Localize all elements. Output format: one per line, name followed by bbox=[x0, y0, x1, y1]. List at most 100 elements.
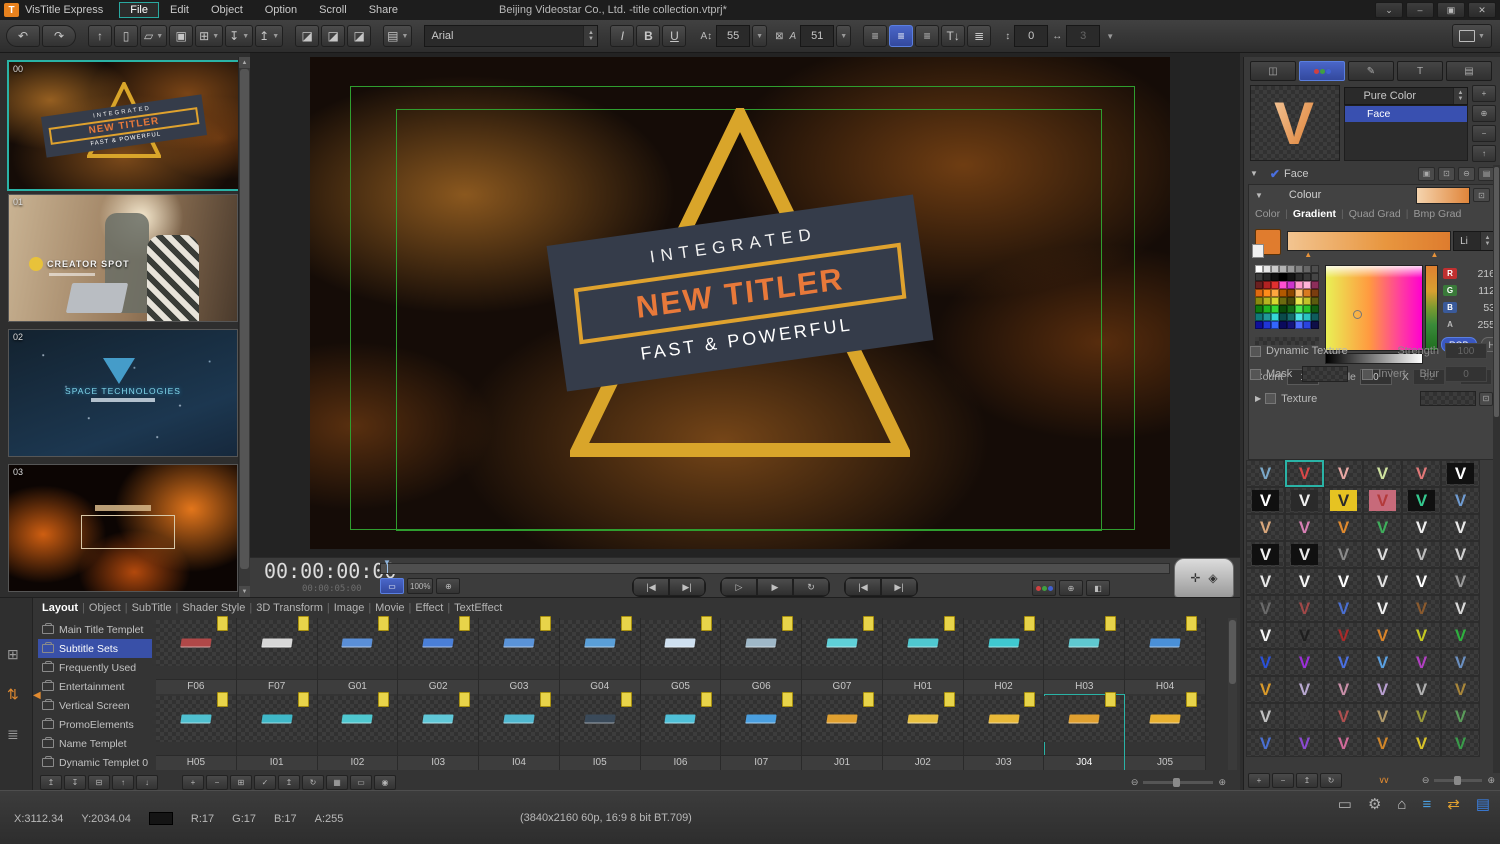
style-variant-cell[interactable]: V bbox=[1246, 460, 1285, 487]
clapper-in[interactable]: ◪ bbox=[295, 25, 320, 47]
palette-swatch[interactable] bbox=[1271, 321, 1279, 329]
bookmark-tag-icon[interactable] bbox=[943, 692, 955, 707]
style-variant-cell[interactable]: V bbox=[1246, 649, 1285, 676]
bookmark-tag-icon[interactable] bbox=[216, 616, 228, 631]
template-up[interactable]: ↑ bbox=[112, 774, 134, 790]
expand-texture-icon[interactable]: ▶ bbox=[1255, 394, 1261, 403]
template-down[interactable]: ↓ bbox=[136, 774, 158, 790]
template-cell-i06[interactable]: I06 bbox=[640, 692, 722, 770]
palette-swatch[interactable] bbox=[1303, 297, 1311, 305]
style-variant-cell[interactable]: V bbox=[1246, 514, 1285, 541]
tab-effect[interactable]: Effect bbox=[415, 602, 443, 614]
style-variant-cell[interactable]: V bbox=[1324, 730, 1363, 757]
style-variant-cell[interactable]: V bbox=[1402, 541, 1441, 568]
palette-swatch[interactable] bbox=[1255, 297, 1263, 305]
skew-size-value[interactable]: 51 bbox=[800, 25, 835, 47]
skew-size-dropdown[interactable]: ▼ bbox=[836, 25, 852, 47]
texture-options-icon[interactable]: ⊡ bbox=[1479, 391, 1493, 406]
style-variant-cell[interactable]: V bbox=[1324, 460, 1363, 487]
style-variant-cell[interactable]: V bbox=[1402, 676, 1441, 703]
style-variant-cell[interactable]: V bbox=[1441, 568, 1480, 595]
template-cell-h01[interactable]: H01 bbox=[882, 616, 964, 694]
template-cell-i01[interactable]: I01 bbox=[236, 692, 318, 770]
face-check-icon[interactable]: ✔ bbox=[1270, 167, 1280, 181]
palette-swatch[interactable] bbox=[1279, 289, 1287, 297]
style-variant-cell[interactable]: V bbox=[1441, 595, 1480, 622]
category-promoelements[interactable]: PromoElements bbox=[38, 715, 152, 734]
bookmark-tag-icon[interactable] bbox=[539, 692, 551, 707]
category-entertainment[interactable]: Entertainment bbox=[38, 677, 152, 696]
palette-swatch[interactable] bbox=[1303, 313, 1311, 321]
keyframe-icon[interactable]: ◈ bbox=[1208, 571, 1217, 585]
palette-swatch[interactable] bbox=[1295, 321, 1303, 329]
scrollbar-thumb[interactable] bbox=[240, 69, 249, 569]
grid-zoom-slider[interactable]: ⊖ ⊕ bbox=[1131, 777, 1226, 788]
palette-swatch[interactable] bbox=[1255, 305, 1263, 313]
palette-swatch[interactable] bbox=[1311, 305, 1319, 313]
palette-swatch[interactable] bbox=[1287, 321, 1295, 329]
palette-swatch[interactable] bbox=[1303, 273, 1311, 281]
palette-swatch[interactable] bbox=[1287, 313, 1295, 321]
template-cell-i05[interactable]: I05 bbox=[559, 692, 641, 770]
minimize-button[interactable]: – bbox=[1406, 2, 1434, 18]
style-variant-cell[interactable]: V bbox=[1285, 568, 1324, 595]
style-variant-cell[interactable]: V bbox=[1441, 622, 1480, 649]
tab-3d-transform[interactable]: 3D Transform bbox=[256, 602, 323, 614]
template-grid-scrollbar[interactable] bbox=[1228, 618, 1237, 770]
style-variant-cell[interactable]: V bbox=[1402, 649, 1441, 676]
menu-item-edit[interactable]: Edit bbox=[159, 2, 200, 18]
gradient-stop-bar[interactable]: ▲ ▲ bbox=[1287, 231, 1451, 259]
insert-layer[interactable]: ⊕ bbox=[1472, 105, 1496, 122]
style-variant-cell[interactable]: V bbox=[1363, 649, 1402, 676]
template-cell-i04[interactable]: I04 bbox=[479, 692, 560, 770]
wrench-icon[interactable]: ⚙ bbox=[1368, 795, 1381, 813]
palette-swatch[interactable] bbox=[1279, 281, 1287, 289]
palette-swatch[interactable] bbox=[1279, 305, 1287, 313]
zoom-out-icon[interactable]: ⊖ bbox=[1422, 775, 1430, 786]
palette-swatch[interactable] bbox=[1287, 305, 1295, 313]
texture-checkbox[interactable] bbox=[1265, 393, 1277, 404]
style-variant-cell[interactable]: V bbox=[1324, 541, 1363, 568]
template-cell-j02[interactable]: J02 bbox=[882, 692, 964, 770]
style-variant-cell[interactable]: V bbox=[1285, 730, 1324, 757]
palette-swatch[interactable] bbox=[1303, 281, 1311, 289]
open-file[interactable]: ▱ ▼ bbox=[140, 25, 168, 47]
style-variant-cell[interactable]: V bbox=[1363, 514, 1402, 541]
tab-texteffect[interactable]: TextEffect bbox=[454, 602, 502, 614]
palette-swatch[interactable] bbox=[1287, 297, 1295, 305]
loop-play-button[interactable]: ↻ bbox=[793, 578, 829, 596]
object-tree-icon[interactable]: ⊞ bbox=[7, 646, 19, 663]
palette-swatch[interactable] bbox=[1295, 305, 1303, 313]
bookmark-tag-icon[interactable] bbox=[1105, 692, 1117, 707]
palette-swatch[interactable] bbox=[1279, 297, 1287, 305]
export-style[interactable]: ↥ bbox=[1296, 772, 1318, 788]
mode-bmp-grad[interactable]: Bmp Grad bbox=[1413, 208, 1461, 220]
palette-swatch[interactable] bbox=[1255, 313, 1263, 321]
redo[interactable]: ↷ bbox=[42, 25, 76, 47]
style-variant-cell[interactable]: V bbox=[1285, 514, 1324, 541]
line-spacing-icon[interactable]: ↕ bbox=[1005, 31, 1010, 42]
text-direction[interactable]: T↓ bbox=[941, 25, 966, 47]
style-variant-cell[interactable]: V bbox=[1363, 568, 1402, 595]
palette-swatch[interactable] bbox=[1271, 265, 1279, 273]
go-start-button[interactable]: |◀ bbox=[845, 578, 881, 596]
zoom-in-icon[interactable]: ⊕ bbox=[1218, 777, 1226, 788]
category-subtitle-sets[interactable]: Subtitle Sets bbox=[38, 639, 152, 658]
palette-swatch[interactable] bbox=[1303, 265, 1311, 273]
menu-item-share[interactable]: Share bbox=[358, 2, 409, 18]
zoom-level-button[interactable]: 100% bbox=[407, 578, 434, 594]
zoom-knob[interactable] bbox=[1454, 775, 1462, 785]
more-text-options-dropdown[interactable]: ▼ bbox=[1106, 32, 1114, 41]
style-variant-cell[interactable]: V bbox=[1402, 703, 1441, 730]
bookmark-tag-icon[interactable] bbox=[862, 616, 874, 631]
save-as[interactable]: ⊞ ▼ bbox=[195, 25, 224, 47]
palette-swatch[interactable] bbox=[1295, 265, 1303, 273]
screen-output-icon[interactable]: ▭ bbox=[1338, 795, 1352, 813]
category-frequently-used[interactable]: Frequently Used bbox=[38, 658, 152, 677]
style-variant-cell[interactable]: V bbox=[1441, 460, 1480, 487]
split-view-button[interactable]: ◧ bbox=[1086, 580, 1110, 596]
palette-swatch[interactable] bbox=[1263, 305, 1271, 313]
tab-movie[interactable]: Movie bbox=[375, 602, 404, 614]
collapse-face-icon[interactable]: ▼ bbox=[1250, 169, 1258, 178]
next-frame-button[interactable]: ▶| bbox=[669, 578, 705, 596]
